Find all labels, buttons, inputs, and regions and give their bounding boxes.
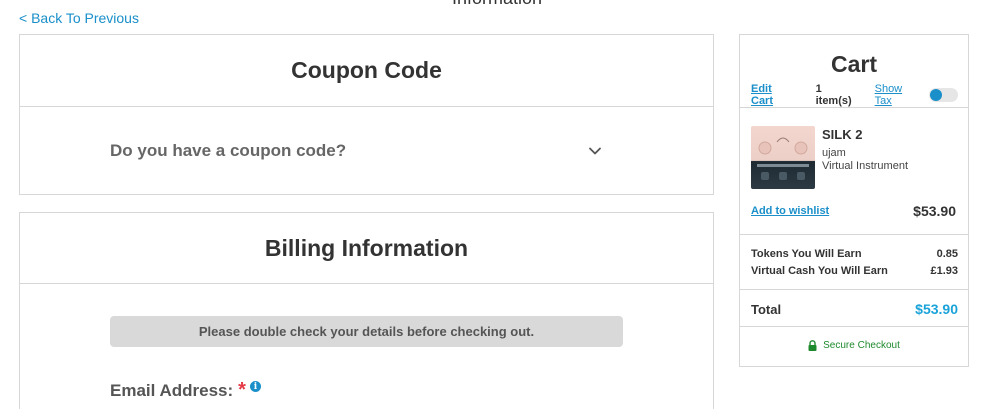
show-tax-toggle[interactable] (928, 88, 958, 102)
coupon-panel: Coupon Code Do you have a coupon code? (19, 34, 714, 195)
cart-meta: Edit Cart 1 item(s) Show Tax (751, 83, 958, 107)
chevron-down-icon[interactable] (587, 143, 603, 159)
coupon-title: Coupon Code (20, 35, 713, 107)
earn-label: Virtual Cash You Will Earn (751, 265, 888, 277)
billing-panel: Billing Information Please double check … (19, 212, 714, 409)
divider (740, 107, 968, 108)
earn-label: Tokens You Will Earn (751, 248, 862, 260)
earn-value: 0.85 (936, 248, 958, 260)
coupon-toggle[interactable]: Do you have a coupon code? (20, 107, 713, 195)
divider (740, 326, 968, 327)
divider (740, 234, 968, 235)
product-thumbnail[interactable] (751, 126, 815, 189)
product-brand: ujam (822, 147, 846, 159)
total-row: Total $53.90 (751, 301, 958, 317)
product-type: Virtual Instrument (822, 160, 909, 172)
total-value: $53.90 (915, 301, 958, 317)
edit-cart-link[interactable]: Edit Cart (751, 83, 796, 107)
lock-icon (808, 340, 817, 351)
virtual-cash-earn-row: Virtual Cash You Will Earn £1.93 (751, 265, 958, 277)
required-marker: * (238, 379, 246, 401)
product-name[interactable]: SILK 2 (822, 127, 862, 142)
show-tax-link[interactable]: Show Tax (875, 83, 921, 107)
tokens-earn-row: Tokens You Will Earn 0.85 (751, 248, 958, 260)
back-to-previous-link[interactable]: < Back To Previous (19, 10, 139, 26)
page-heading: Information (452, 0, 542, 9)
billing-notice: Please double check your details before … (110, 316, 623, 347)
divider (740, 289, 968, 290)
coupon-question: Do you have a coupon code? (110, 141, 347, 160)
info-icon[interactable]: i (249, 381, 261, 392)
earn-value: £1.93 (930, 265, 958, 277)
email-label: Email Address: * i (110, 379, 261, 402)
secure-checkout-label[interactable]: Secure Checkout (823, 340, 900, 351)
total-label: Total (751, 301, 782, 317)
cart-title: Cart (830, 51, 877, 77)
billing-title: Billing Information (20, 213, 713, 284)
email-label-text: Email Address: (110, 380, 234, 400)
secure-checkout[interactable]: Secure Checkout (740, 340, 968, 351)
product-price: $53.90 (913, 203, 956, 219)
cart-panel: Cart Edit Cart 1 item(s) Show Tax SILK 2… (739, 34, 969, 367)
toggle-knob (929, 89, 942, 101)
add-to-wishlist-link[interactable]: Add to wishlist (751, 205, 829, 217)
cart-items-count: 1 item(s) (815, 83, 852, 107)
